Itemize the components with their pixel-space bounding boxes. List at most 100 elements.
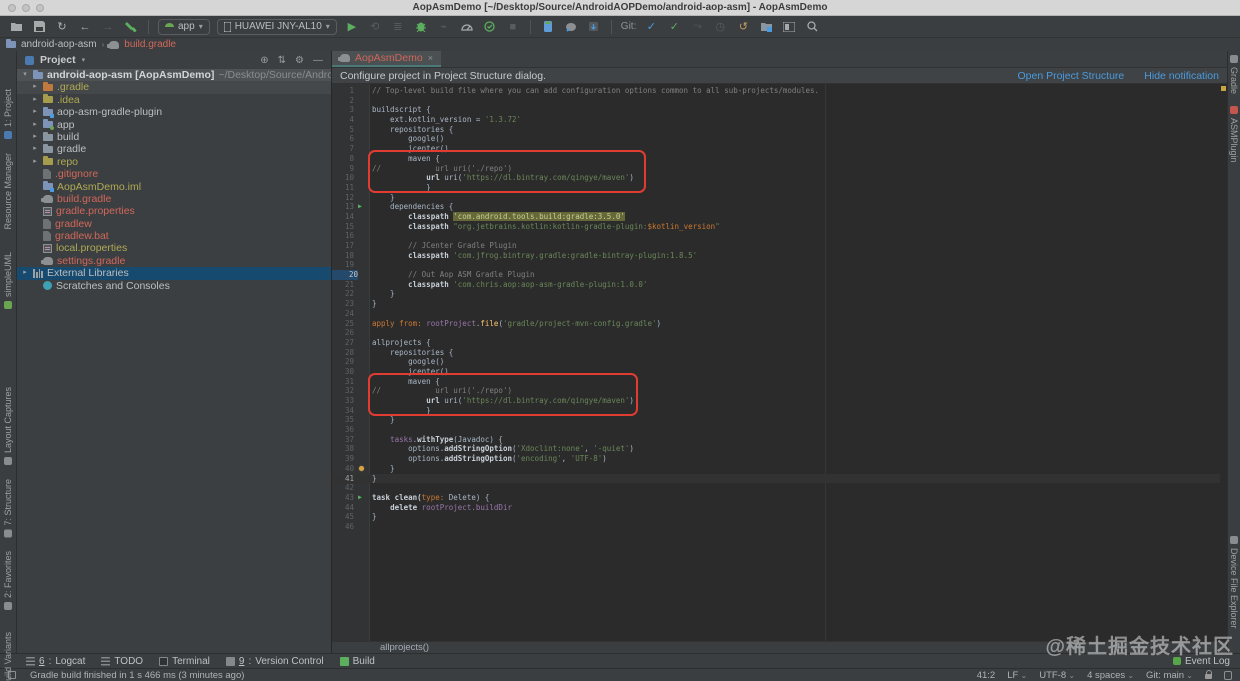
forward-icon[interactable]: →	[100, 19, 116, 35]
code-line[interactable]: 44 delete rootProject.buildDir	[332, 503, 1220, 513]
readonly-lock-icon[interactable]	[1205, 670, 1212, 679]
apply-code-changes-icon[interactable]: ≣	[390, 19, 406, 35]
save-icon[interactable]	[31, 19, 47, 35]
code-line[interactable]: 37 tasks.withType(Javadoc) {	[332, 435, 1220, 445]
sync-icon[interactable]: ↻	[54, 19, 70, 35]
code-line[interactable]: 34 }	[332, 406, 1220, 416]
undo-icon[interactable]: ↺	[735, 19, 751, 35]
tool-stripe-favorites[interactable]: 2: Favorites	[3, 551, 13, 611]
layout-inspector-icon[interactable]	[781, 19, 797, 35]
code-line[interactable]: 18 classpath 'com.jfrog.bintray.gradle:g…	[332, 251, 1220, 261]
tree-item-gradle[interactable]: ▸ gradle	[17, 143, 331, 155]
code-line[interactable]: 32 // url uri('./repo')	[332, 386, 1220, 396]
code-line[interactable]: 15 classpath "org.jetbrains.kotlin:kotli…	[332, 222, 1220, 232]
code-line[interactable]: 5 repositories {	[332, 125, 1220, 135]
tree-item-app[interactable]: ▸ app	[17, 119, 331, 131]
tree-item-aopasmdemo-iml[interactable]: AopAsmDemo.iml	[17, 181, 331, 193]
expand-arrow-icon[interactable]: ▸	[31, 143, 39, 155]
tool-stripe-project[interactable]: 1: Project	[3, 89, 13, 140]
tree-item-gradle-properties[interactable]: gradle.properties	[17, 205, 331, 217]
code-line[interactable]: 33 url uri('https://dl.bintray.com/qingy…	[332, 396, 1220, 406]
project-structure-icon[interactable]	[758, 19, 774, 35]
apply-changes-icon[interactable]: ⟲	[367, 19, 383, 35]
tool-window-button-logcat[interactable]: 6: Logcat	[26, 656, 85, 667]
code-line[interactable]: 13 ▶ dependencies {	[332, 202, 1220, 212]
expand-arrow-icon[interactable]: ▸	[21, 267, 29, 279]
code-line[interactable]: 25 apply from: rootProject.file('gradle/p…	[332, 319, 1220, 329]
tree-item-local-properties[interactable]: local.properties	[17, 242, 331, 254]
code-line[interactable]: 22 }	[332, 289, 1220, 299]
open-folder-icon[interactable]	[8, 19, 24, 35]
sdk-manager-icon[interactable]	[586, 19, 602, 35]
tree-item--gitignore[interactable]: .gitignore	[17, 168, 331, 180]
code-line[interactable]: 2	[332, 96, 1220, 106]
code-line[interactable]: 14 classpath 'com.android.tools.build:gr…	[332, 211, 1220, 222]
chevron-down-icon[interactable]: ▾	[82, 56, 86, 64]
expand-arrow-icon[interactable]: ▾	[21, 69, 29, 81]
collapse-all-icon[interactable]: ⇅	[278, 55, 286, 66]
tool-stripe-resource-manager[interactable]: Resource Manager	[3, 153, 13, 230]
code-line[interactable]: 21 classpath 'com.chris.aop:aop-asm-grad…	[332, 280, 1220, 290]
tree-item-scratches-and-consoles[interactable]: Scratches and Consoles	[17, 280, 331, 292]
tool-window-button-version-control[interactable]: 9: Version Control	[225, 656, 324, 667]
tree-item--gradle[interactable]: ▸ .gradle	[17, 81, 331, 94]
close-tab-icon[interactable]: ×	[428, 53, 433, 63]
code-line[interactable]: 10 url uri('https://dl.bintray.com/qingy…	[332, 173, 1220, 183]
tree-item-gradlew-bat[interactable]: gradlew.bat	[17, 230, 331, 242]
code-line[interactable]: 9 // url uri('./repo')	[332, 164, 1220, 174]
code-line[interactable]: 1 // Top-level build file where you can a…	[332, 86, 1220, 96]
expand-arrow-icon[interactable]: ▸	[31, 106, 39, 118]
code-line[interactable]: 30 jcenter()	[332, 367, 1220, 377]
code-line[interactable]: 46	[332, 522, 1220, 532]
code-line[interactable]: 23}	[332, 299, 1220, 309]
tool-stripe-asmplugin[interactable]: ASMPlugin	[1229, 106, 1239, 163]
code-line[interactable]: 26	[332, 328, 1220, 338]
tree-item-project-root[interactable]: ▾ android-aop-asm [AopAsmDemo] ~/Desktop/…	[17, 69, 331, 82]
expand-arrow-icon[interactable]: ▸	[31, 94, 39, 106]
tree-item-gradlew[interactable]: gradlew	[17, 218, 331, 230]
git-update-icon[interactable]: ✓	[643, 19, 659, 35]
history-icon[interactable]: ◷	[712, 19, 728, 35]
search-icon[interactable]	[804, 19, 820, 35]
git-push-icon[interactable]: ⤳	[689, 19, 705, 35]
code-line[interactable]: 29 google()	[332, 357, 1220, 367]
code-line[interactable]: 8 maven {	[332, 154, 1220, 164]
tool-stripe-simpleuml[interactable]: simpleUML	[3, 252, 13, 309]
encoding-select[interactable]: UTF-8	[1039, 670, 1075, 681]
tool-stripe-structure[interactable]: 7: Structure	[3, 479, 13, 538]
code-line[interactable]: 24	[332, 309, 1220, 319]
code-line[interactable]: 7 jcenter()	[332, 144, 1220, 154]
code-line[interactable]: 3 buildscript {	[332, 105, 1220, 115]
line-ending-select[interactable]: LF	[1007, 670, 1027, 681]
back-icon[interactable]: ←	[77, 19, 93, 35]
code-line[interactable]: 20 // Out Aop ASM Gradle Plugin	[332, 270, 1220, 280]
hide-panel-icon[interactable]: —	[313, 55, 323, 66]
code-line[interactable]: 28 repositories {	[332, 348, 1220, 358]
warning-stripe-mark[interactable]	[1221, 86, 1226, 91]
tool-stripe-device-file-explorer[interactable]: Device File Explorer	[1229, 536, 1239, 629]
tree-item-aop-asm-gradle-plugin[interactable]: ▸ aop-asm-gradle-plugin	[17, 106, 331, 118]
git-commit-icon[interactable]: ✓	[666, 19, 682, 35]
expand-arrow-icon[interactable]: ▸	[31, 131, 39, 143]
tool-stripe-layout-captures[interactable]: Layout Captures	[3, 387, 13, 465]
open-project-structure-link[interactable]: Open Project Structure	[1017, 70, 1124, 82]
tool-window-button-terminal[interactable]: Terminal	[159, 656, 210, 667]
code-line[interactable]: 42	[332, 483, 1220, 493]
tab-aopasmdemo[interactable]: AopAsmDemo ×	[332, 51, 441, 67]
code-line[interactable]: 12 }	[332, 193, 1220, 203]
code-editor[interactable]: 1 // Top-level build file where you can a…	[332, 84, 1227, 641]
breadcrumb-project[interactable]: android-aop-asm	[21, 39, 97, 50]
run-gutter-icon[interactable]: ▶	[358, 493, 362, 503]
code-line[interactable]: 16	[332, 231, 1220, 241]
tool-stripe-build-variants[interactable]: Build Variants	[3, 632, 13, 681]
code-line[interactable]: 6 google()	[332, 134, 1220, 144]
breadcrumb-file[interactable]: build.gradle	[124, 39, 176, 50]
hide-notification-link[interactable]: Hide notification	[1144, 70, 1219, 82]
debug-icon[interactable]	[413, 19, 429, 35]
run-gutter-icon[interactable]: ▶	[358, 202, 362, 212]
code-line[interactable]: 19	[332, 260, 1220, 270]
locate-file-icon[interactable]: ⊕	[260, 55, 268, 66]
sync-gradle-icon[interactable]	[563, 19, 579, 35]
error-stripe[interactable]	[1220, 84, 1227, 641]
tree-item-repo[interactable]: ▸ repo	[17, 156, 331, 168]
